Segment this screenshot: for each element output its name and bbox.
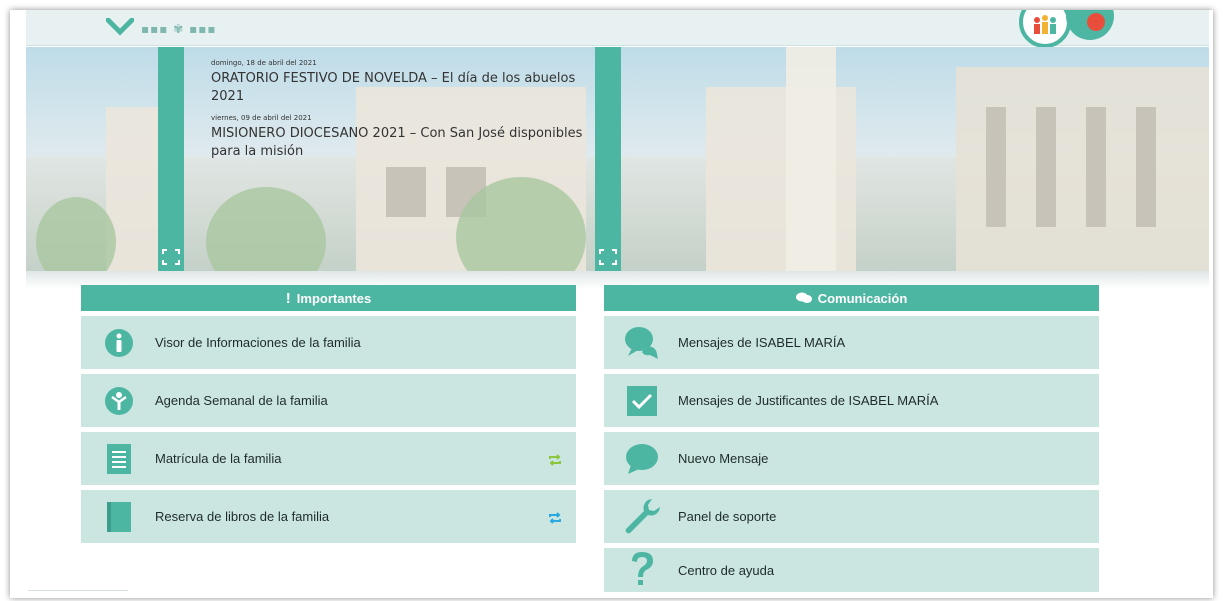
- banner-window: [1036, 107, 1056, 227]
- list-item-agenda[interactable]: Agenda Semanal de la familia: [81, 374, 576, 427]
- news-date: viernes, 09 de abril del 2021: [211, 114, 312, 122]
- messages-icon: [612, 316, 672, 369]
- app-window: ▪▪▪ ✾ ▪▪▪ domingo, 18 de abril del 2021 …: [10, 10, 1213, 598]
- list-item-visor[interactable]: Visor de Informaciones de la familia: [81, 316, 576, 369]
- banner-tower: [786, 47, 836, 271]
- list-item-ayuda[interactable]: Centro de ayuda: [604, 548, 1099, 592]
- list-item-mensajes[interactable]: Mensajes de ISABEL MARÍA: [604, 316, 1099, 369]
- news-list: domingo, 18 de abril del 2021 ORATORIO F…: [211, 59, 591, 169]
- comunicacion-header: Comunicación: [604, 285, 1099, 311]
- item-label: Mensajes de ISABEL MARÍA: [678, 335, 846, 350]
- banner-window: [1136, 107, 1156, 227]
- item-label: Agenda Semanal de la familia: [155, 393, 328, 408]
- logo-decoration-icon: ▪▪▪ ✾ ▪▪▪: [141, 22, 217, 36]
- refresh-icon[interactable]: [548, 451, 562, 470]
- news-item[interactable]: domingo, 18 de abril del 2021 ORATORIO F…: [211, 59, 591, 106]
- refresh-icon[interactable]: [548, 509, 562, 528]
- exclamation-icon: !: [285, 289, 291, 307]
- importantes-panel: ! Importantes Visor de Informaciones de …: [81, 285, 576, 543]
- banner-window: [386, 167, 426, 217]
- item-label: Matrícula de la familia: [155, 451, 282, 466]
- banner-window: [986, 107, 1006, 227]
- info-icon: [89, 316, 149, 369]
- list-item-matricula[interactable]: Matrícula de la familia: [81, 432, 576, 485]
- comunicacion-panel: Comunicación Mensajes de ISABEL MARÍA Me…: [604, 285, 1099, 592]
- divider: [28, 590, 128, 591]
- news-date: domingo, 18 de abril del 2021: [211, 59, 317, 67]
- item-label: Reserva de libros de la familia: [155, 509, 330, 524]
- list-item-justificantes[interactable]: Mensajes de Justificantes de ISABEL MARÍ…: [604, 374, 1099, 427]
- wrench-icon: [612, 490, 672, 543]
- expand-icon[interactable]: [599, 249, 617, 265]
- top-header: ▪▪▪ ✾ ▪▪▪: [26, 10, 1209, 48]
- banner-tree: [206, 187, 326, 271]
- logo-chevron-icon[interactable]: [105, 17, 135, 40]
- slider-bar-right: [595, 47, 621, 271]
- banner-window: [1086, 107, 1106, 227]
- news-item[interactable]: viernes, 09 de abril del 2021 MISIONERO …: [211, 114, 591, 161]
- agenda-icon: [89, 374, 149, 427]
- family-avatar[interactable]: [1019, 10, 1071, 48]
- checkbox-icon: [612, 374, 672, 427]
- user-avatar[interactable]: [1066, 10, 1114, 40]
- expand-icon[interactable]: [162, 249, 180, 265]
- news-banner: domingo, 18 de abril del 2021 ORATORIO F…: [26, 47, 1209, 271]
- importantes-header: ! Importantes: [81, 285, 576, 311]
- item-label: Centro de ayuda: [678, 562, 775, 578]
- speech-bubble-icon: [612, 432, 672, 485]
- list-item-reserva[interactable]: Reserva de libros de la familia: [81, 490, 576, 543]
- item-label: Visor de Informaciones de la familia: [155, 335, 361, 350]
- question-icon: [612, 548, 672, 592]
- document-icon: [89, 432, 149, 485]
- news-title[interactable]: MISIONERO DIOCESANO 2021 – Con San José …: [211, 125, 591, 161]
- importantes-title: Importantes: [296, 290, 372, 306]
- chat-icon: [795, 292, 812, 303]
- comunicacion-title: Comunicación: [817, 290, 908, 306]
- book-icon: [89, 490, 149, 543]
- list-item-soporte[interactable]: Panel de soporte: [604, 490, 1099, 543]
- list-item-nuevo-mensaje[interactable]: Nuevo Mensaje: [604, 432, 1099, 485]
- banner-tree: [36, 197, 116, 271]
- item-label: Nuevo Mensaje: [678, 451, 769, 466]
- slider-bar-left: [158, 47, 184, 271]
- item-label: Panel de soporte: [678, 509, 777, 524]
- item-label: Mensajes de Justificantes de ISABEL MARÍ…: [678, 393, 939, 408]
- news-title[interactable]: ORATORIO FESTIVO DE NOVELDA – El día de …: [211, 70, 591, 106]
